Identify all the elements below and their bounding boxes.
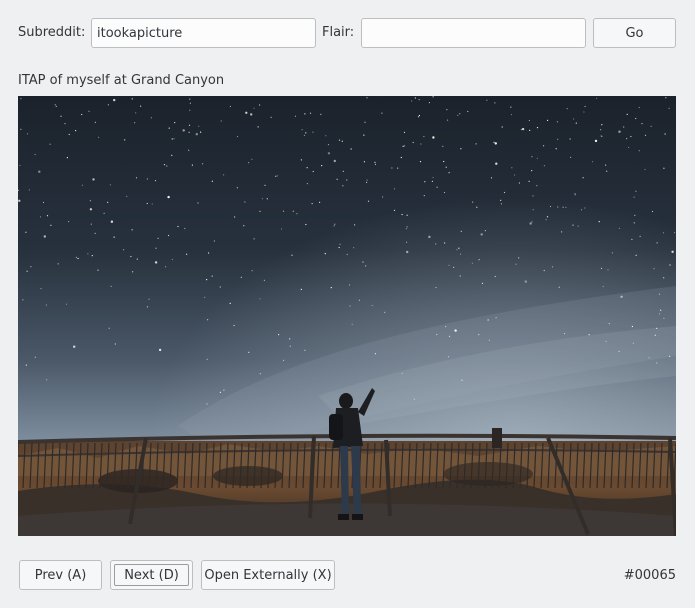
subreddit-label: Subreddit: [18,25,86,40]
app-window: Subreddit: Flair: Go ITAP of myself at G… [0,0,695,608]
open-externally-button-label: Open Externally (X) [204,567,332,583]
night-sky-photo [18,96,676,536]
next-button-label: Next (D) [124,567,179,583]
subreddit-input[interactable] [91,18,316,48]
go-button[interactable]: Go [593,18,676,48]
post-title: ITAP of myself at Grand Canyon [18,73,225,88]
prev-button-label: Prev (A) [34,567,87,583]
open-externally-button[interactable]: Open Externally (X) [201,560,335,590]
next-button[interactable]: Next (D) [110,560,193,590]
flair-label: Flair: [322,25,355,40]
prev-button[interactable]: Prev (A) [19,560,102,590]
post-counter: #00065 [623,568,676,583]
go-button-label: Go [625,25,644,41]
flair-input[interactable] [361,18,586,48]
post-image [18,96,676,536]
